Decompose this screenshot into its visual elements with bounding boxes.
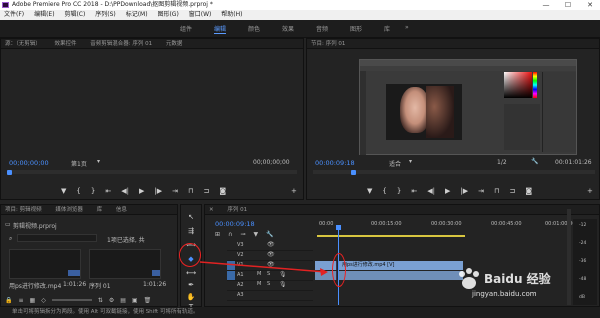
annotation-arrow-head <box>320 268 328 276</box>
watermark-url: jingyan.baidu.com <box>472 290 537 298</box>
baidu-paw-logo <box>459 268 479 289</box>
status-bar: 单击可将剪辑拆分为两段。使用 Alt 可双截链接，使用 Shift 可将所有轨道… <box>0 307 600 318</box>
annotation-arrow-line <box>199 261 327 273</box>
watermark-brand: Baidu 经验 <box>484 272 551 286</box>
status-text: 单击可将剪辑拆分为两段。使用 Alt 可双截链接，使用 Shift 可将所有轨道… <box>12 309 199 315</box>
baidu-watermark: Baidu 经验 jingyan.baidu.com <box>452 266 592 304</box>
